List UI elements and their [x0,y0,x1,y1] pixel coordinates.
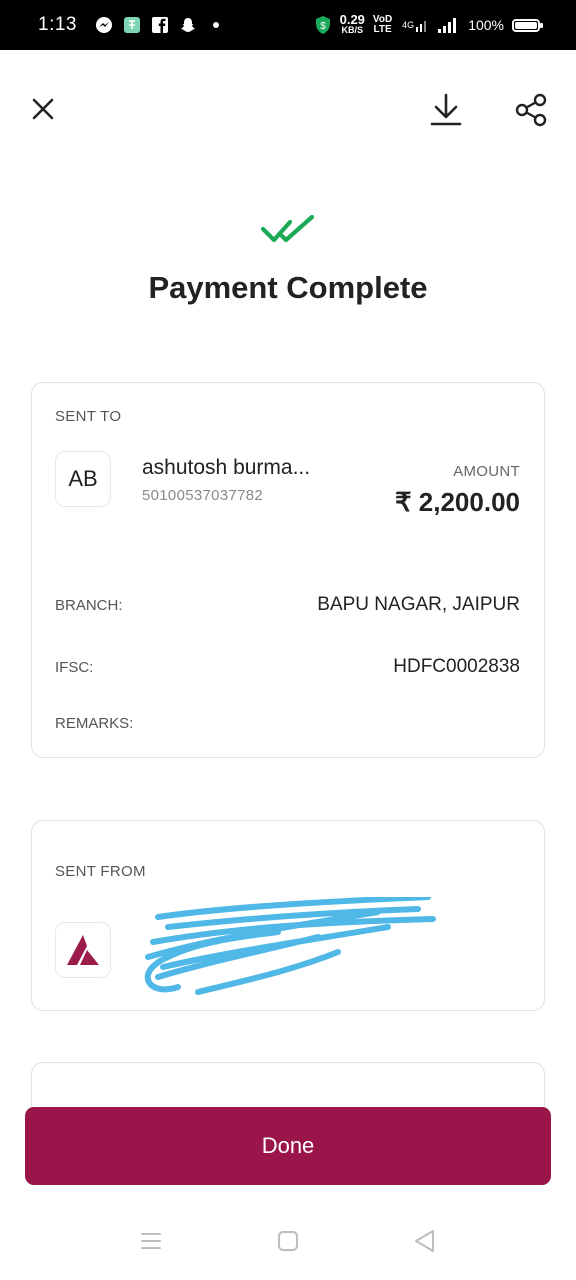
net-speed-value: 0.29 [339,12,365,27]
close-button[interactable] [28,94,58,124]
snapchat-icon [179,16,197,34]
menu-icon [141,1233,161,1249]
amount-label: AMOUNT [453,463,520,480]
remarks-label: REMARKS: [55,715,134,732]
svg-text:$: $ [320,21,326,32]
payee-name: ashutosh burma... [142,456,311,479]
facebook-icon [151,16,169,34]
signal-4g-icon: 4G [400,16,430,34]
done-button[interactable]: Done [25,1107,551,1185]
sent-to-card: SENT TO AB ashutosh burma... 50100537037… [31,382,545,758]
download-icon [430,93,462,126]
page-title: Payment Complete [148,270,428,305]
back-icon [415,1230,434,1252]
share-icon [515,93,547,127]
branch-label: BRANCH: [55,597,123,614]
carrier-label: VoD LTE [373,15,392,35]
dot-icon [207,16,225,34]
status-time: 1:13 [38,14,77,35]
bank-logo [55,922,111,978]
download-button[interactable] [428,92,464,128]
close-icon [32,98,54,120]
battery-percent: 100% [468,17,504,33]
app-icon [123,16,141,34]
payee-avatar: AB [55,451,111,507]
axis-bank-logo [67,935,99,965]
messenger-icon [95,16,113,34]
back-button[interactable] [408,1224,442,1258]
ifsc-value: HDFC0002838 [393,656,520,677]
recent-apps-button[interactable] [134,1224,168,1258]
ifsc-label: IFSC: [55,659,94,676]
redaction-scribble [144,897,436,995]
share-button[interactable] [513,92,549,128]
payee-account-number: 50100537037782 [142,487,263,504]
home-button[interactable] [271,1224,305,1258]
branch-value: BAPU NAGAR, JAIPUR [317,594,520,615]
system-nav-bar [0,1200,576,1280]
status-bar: 1:13 $ 0.29 KB/S VoD LTE 4G 100% [0,0,576,50]
home-icon [278,1231,298,1251]
net-speed-unit: KB/S [341,25,364,35]
sent-from-card: SENT FROM [31,820,545,1011]
amount-value: ₹ 2,200.00 [395,487,520,517]
signal-icon [438,16,460,34]
double-check-icon [260,214,315,243]
net-speed: 0.29 KB/S [339,12,365,35]
vpn-shield-icon: $ [314,16,332,34]
carrier-bottom: LTE [373,24,392,35]
status-right: $ 0.29 KB/S VoD LTE 4G 100% [314,12,543,35]
battery-icon [512,18,543,32]
notification-icons [95,16,225,34]
network-type: 4G [402,20,415,30]
sent-from-label: SENT FROM [55,863,146,880]
sent-to-label: SENT TO [55,408,122,425]
